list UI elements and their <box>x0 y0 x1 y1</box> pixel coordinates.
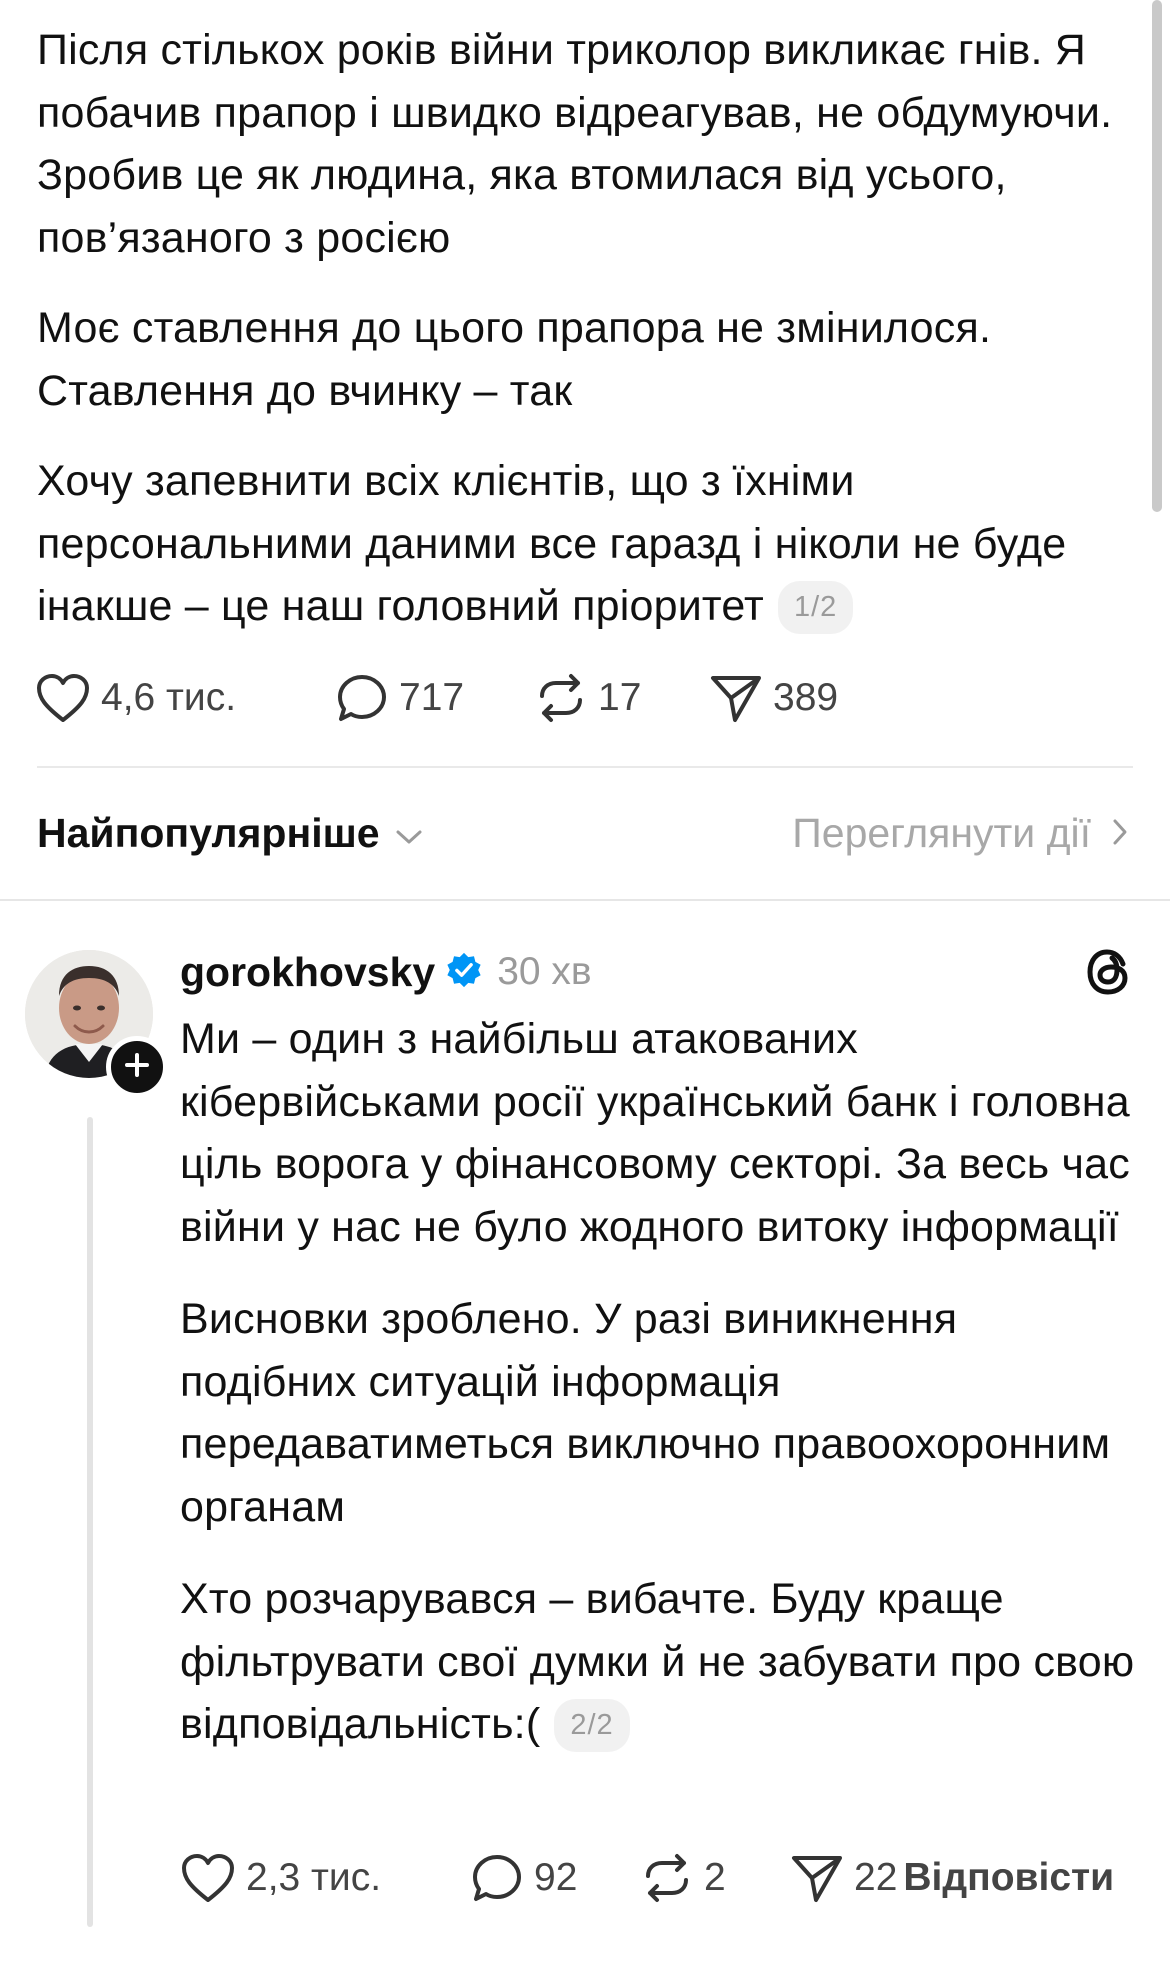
scrollbar[interactable] <box>1152 0 1162 512</box>
share-count: 389 <box>773 676 839 719</box>
heart-icon <box>35 672 91 724</box>
top-post-paragraph-1: Після стількох років війни триколор викл… <box>37 26 1113 262</box>
share-button[interactable]: 389 <box>709 672 838 724</box>
comment-count: 92 <box>534 1856 578 1899</box>
repost-arrows-icon <box>640 1852 694 1904</box>
reply-button[interactable]: Відповісти <box>903 1856 1114 1900</box>
threads-logo-icon[interactable] <box>1085 946 1133 1003</box>
repost-button[interactable]: 17 <box>534 672 709 724</box>
reply-paragraph-3-text: Хто розчарувався – вибачте. Буду краще ф… <box>180 1575 1135 1748</box>
repost-button[interactable]: 2 <box>640 1852 790 1904</box>
section-divider <box>0 899 1170 901</box>
view-activity-link[interactable]: Переглянути дії <box>792 810 1133 857</box>
chevron-right-icon <box>1091 810 1133 857</box>
reply-paragraph-2: Висновки зроблено. У разі виникнення под… <box>180 1295 1111 1531</box>
top-post-actions: 4,6 тис. 717 17 389 <box>35 672 838 724</box>
comment-bubble-icon <box>470 1852 524 1904</box>
comment-bubble-icon <box>335 672 389 724</box>
comment-count: 717 <box>399 676 465 719</box>
top-post-paragraph-2: Моє ставлення до цього прапора не змінил… <box>37 304 992 415</box>
view-activity-label: Переглянути дії <box>792 809 1091 856</box>
follow-button[interactable] <box>106 1036 168 1098</box>
share-count: 22 <box>854 1856 898 1899</box>
reply-actions: 2,3 тис. 92 2 22 Відповісти <box>180 1852 1114 1904</box>
like-button[interactable]: 4,6 тис. <box>35 672 335 724</box>
send-paper-plane-icon <box>709 672 763 724</box>
thread-counter-badge: 2/2 <box>554 1699 630 1752</box>
top-post-paragraph-3: Хочу запевнити всіх клієнтів, що з їхнім… <box>37 450 1137 638</box>
send-paper-plane-icon <box>790 1852 844 1904</box>
repost-arrows-icon <box>534 672 588 724</box>
plus-icon <box>122 1050 152 1085</box>
reply-paragraph-1: Ми – один з найбільш атакованих кібервій… <box>180 1015 1130 1251</box>
thread-line <box>87 1117 93 1927</box>
top-post-paragraph-3-text: Хочу запевнити всіх клієнтів, що з їхнім… <box>37 457 1067 630</box>
sort-dropdown[interactable]: Найпопулярніше <box>37 810 424 857</box>
heart-icon <box>180 1852 236 1904</box>
reply-paragraph-3: Хто розчарувався – вибачте. Буду краще ф… <box>180 1568 1140 1756</box>
username[interactable]: gorokhovsky <box>180 949 435 996</box>
top-post-text: Після стількох років війни триколор викл… <box>37 19 1137 638</box>
comment-button[interactable]: 92 <box>470 1852 640 1904</box>
post-time: 30 хв <box>497 950 592 993</box>
thread-counter-badge: 1/2 <box>777 581 854 634</box>
like-button[interactable]: 2,3 тис. <box>180 1852 470 1904</box>
verified-badge-icon <box>445 951 483 994</box>
repost-count: 2 <box>704 1856 726 1899</box>
repost-count: 17 <box>598 676 642 719</box>
reply-header: gorokhovsky 30 хв <box>180 940 592 1004</box>
sort-label: Найпопулярніше <box>37 809 380 856</box>
reply-post-text: Ми – один з найбільш атакованих кібервій… <box>180 1008 1140 1756</box>
chevron-down-icon <box>380 810 424 857</box>
share-button[interactable]: 22 Відповісти <box>790 1852 1114 1904</box>
comment-button[interactable]: 717 <box>335 672 534 724</box>
like-count: 4,6 тис. <box>101 676 237 719</box>
sort-bar: Найпопулярніше Переглянути дії <box>37 803 1133 863</box>
divider <box>37 766 1133 768</box>
like-count: 2,3 тис. <box>246 1856 382 1899</box>
